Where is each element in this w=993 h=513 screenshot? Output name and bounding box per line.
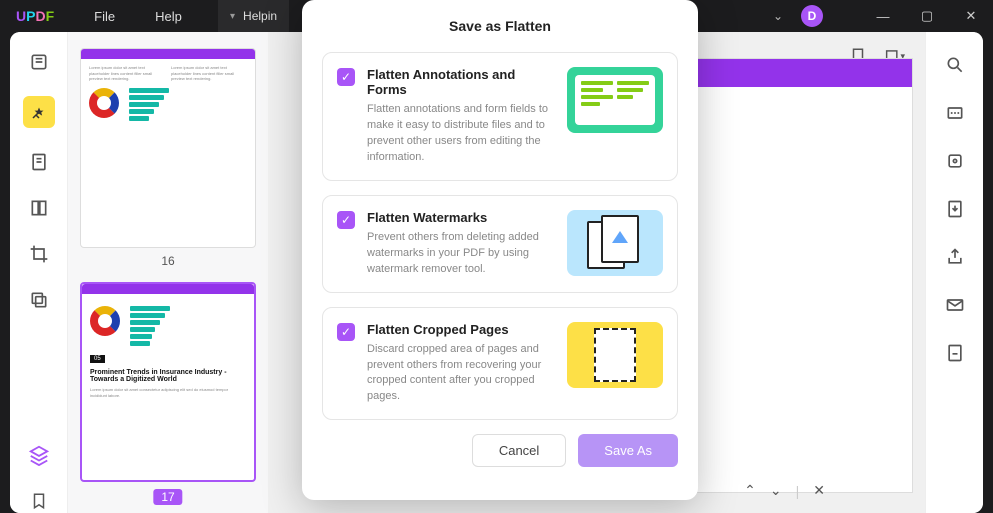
thumb-heading: Prominent Trends in Insurance Industry -…: [90, 369, 246, 383]
option-title: Flatten Watermarks: [367, 210, 555, 225]
cropped-illustration: [567, 322, 663, 388]
avatar[interactable]: D: [801, 5, 823, 27]
pin-icon: ▾: [230, 11, 235, 22]
bookmark-icon[interactable]: [27, 489, 51, 513]
menu-file[interactable]: File: [94, 9, 115, 24]
option-flatten-annotations[interactable]: ✓ Flatten Annotations and Forms Flatten …: [322, 52, 678, 181]
organize-tool-icon[interactable]: [27, 196, 51, 220]
document-tab[interactable]: ▾ Helpin: [218, 0, 289, 32]
app-logo: UPDF: [16, 8, 54, 24]
highlight-tool-icon[interactable]: [23, 96, 55, 128]
edit-tool-icon[interactable]: [27, 150, 51, 174]
save-flatten-dialog: Save as Flatten ✓ Flatten Annotations an…: [302, 0, 698, 500]
nav-divider: |: [796, 483, 800, 499]
save-as-button[interactable]: Save As: [578, 434, 678, 467]
thumbnail-page-17[interactable]: 05 Prominent Trends in Insurance Industr…: [80, 282, 256, 482]
frame-icon[interactable]: [944, 150, 966, 172]
tab-label: Helpin: [243, 9, 277, 23]
thumbnail-number-16: 16: [80, 254, 256, 268]
option-flatten-cropped[interactable]: ✓ Flatten Cropped Pages Discard cropped …: [322, 307, 678, 421]
checkbox-annotations[interactable]: ✓: [337, 68, 355, 86]
option-desc: Flatten annotations and form fields to m…: [367, 102, 555, 166]
checkbox-cropped[interactable]: ✓: [337, 323, 355, 341]
copy-tool-icon[interactable]: [27, 288, 51, 312]
print-icon[interactable]: [944, 342, 966, 364]
tab-dropdown-icon[interactable]: ⌄: [773, 9, 783, 23]
dialog-title: Save as Flatten: [322, 18, 678, 34]
crop-tool-icon[interactable]: [27, 242, 51, 266]
thumbnail-number-17: 17: [153, 489, 182, 505]
prev-page-icon[interactable]: ⌄: [770, 482, 782, 499]
minimize-button[interactable]: ―: [861, 0, 905, 32]
search-icon[interactable]: [944, 54, 966, 76]
right-toolbar: [925, 32, 983, 513]
thumb-section-tag: 05: [90, 355, 105, 363]
option-flatten-watermarks[interactable]: ✓ Flatten Watermarks Prevent others from…: [322, 195, 678, 293]
page-nav-toolbar: ⌃ ⌄ | ✕: [744, 482, 825, 499]
ocr-icon[interactable]: [944, 102, 966, 124]
reader-tool-icon[interactable]: [27, 50, 51, 74]
window-controls: ― ▢ ✕: [861, 0, 993, 32]
thumbnail-panel: Lorem ipsum dolor sit amet text placehol…: [68, 32, 268, 513]
annotations-illustration: [567, 67, 663, 133]
layers-icon[interactable]: [27, 443, 51, 467]
thumbnail-page-16[interactable]: Lorem ipsum dolor sit amet text placehol…: [80, 48, 256, 248]
cancel-button[interactable]: Cancel: [472, 434, 566, 467]
option-desc: Prevent others from deleting added water…: [367, 230, 555, 278]
option-desc: Discard cropped area of pages and preven…: [367, 342, 555, 406]
menu-help[interactable]: Help: [155, 9, 182, 24]
left-toolbar: [10, 32, 68, 513]
checkbox-watermarks[interactable]: ✓: [337, 211, 355, 229]
maximize-button[interactable]: ▢: [905, 0, 949, 32]
close-button[interactable]: ✕: [949, 0, 993, 32]
watermarks-illustration: [567, 210, 663, 276]
option-title: Flatten Annotations and Forms: [367, 67, 555, 97]
option-title: Flatten Cropped Pages: [367, 322, 555, 337]
first-page-icon[interactable]: ⌃: [744, 482, 756, 499]
share-icon[interactable]: [944, 246, 966, 268]
export-icon[interactable]: [944, 198, 966, 220]
mail-icon[interactable]: [944, 294, 966, 316]
close-nav-icon[interactable]: ✕: [813, 482, 825, 499]
